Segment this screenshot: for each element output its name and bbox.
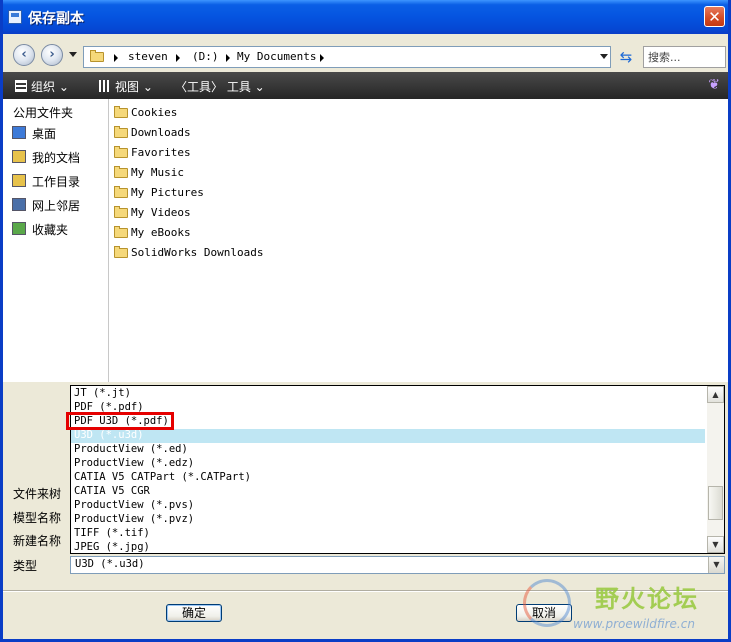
type-option[interactable]: ProductView (*.pvz): [74, 513, 194, 527]
folder-icon: [114, 146, 128, 158]
cancel-button[interactable]: 取消: [516, 604, 572, 622]
watermark-url: www.proewildfire.cn: [573, 617, 695, 631]
type-option[interactable]: CATIA V5 CGR: [74, 485, 150, 499]
folder-icon: [114, 186, 128, 198]
sidebar-item-label: 收藏夹: [32, 223, 69, 237]
search-input[interactable]: 搜索...: [643, 46, 726, 68]
ok-button[interactable]: 确定: [166, 604, 222, 622]
forward-button[interactable]: ›: [41, 44, 63, 66]
breadcrumb-arrow-icon[interactable]: [114, 54, 118, 62]
my-documents-icon: [12, 150, 26, 163]
type-select[interactable]: U3D (*.u3d) ▼: [70, 556, 725, 574]
folder-icon: [114, 206, 128, 218]
breadcrumb-drive-d[interactable]: (D:): [192, 50, 219, 63]
footer-divider: [3, 590, 728, 592]
refresh-icon[interactable]: ⇆: [615, 47, 637, 67]
address-bar[interactable]: steven (D:) My Documents: [83, 46, 611, 68]
tools-label: 〈工具〉 工具: [175, 80, 251, 94]
breadcrumb-steven[interactable]: steven: [128, 50, 168, 63]
navigation-bar: ‹ › steven (D:) My Documents ⇆ 搜索...: [3, 34, 728, 72]
sidebar-item-label: 工作目录: [32, 175, 81, 189]
folder-icon: [114, 126, 128, 138]
breadcrumb-arrow-icon[interactable]: [176, 54, 180, 62]
working-directory-icon: [12, 174, 26, 187]
type-select-value: U3D (*.u3d): [75, 558, 145, 570]
tools-menu[interactable]: 〈工具〉 工具 ⌄: [175, 78, 265, 95]
type-list-scrollbar[interactable]: ▲ ▼: [707, 386, 724, 553]
title-bar: 保存副本 ✕: [3, 0, 728, 34]
type-option[interactable]: ProductView (*.ed): [74, 443, 188, 457]
close-button[interactable]: ✕: [704, 6, 725, 27]
folder-name: My eBooks: [131, 226, 191, 239]
scroll-up-button[interactable]: ▲: [707, 386, 724, 403]
desktop-icon: [12, 126, 26, 139]
organize-menu[interactable]: 组织 ⌄: [15, 78, 69, 95]
annotation-highlight-box: [66, 412, 174, 430]
type-option[interactable]: ProductView (*.edz): [74, 457, 194, 471]
type-dropdown-list[interactable]: JT (*.jt) PDF (*.pdf) PDF U3D (*.pdf) U3…: [66, 385, 725, 555]
breadcrumb-arrow-icon[interactable]: [226, 54, 230, 62]
model-name-label: 模型名称: [13, 511, 62, 525]
folder-name: Cookies: [131, 106, 178, 119]
file-tree-label: 文件来树: [13, 487, 62, 501]
organize-label: 组织: [31, 80, 56, 94]
folder-icon: [114, 106, 128, 118]
file-list: Cookies Downloads Favorites My Music My …: [109, 99, 728, 382]
folder-name: SolidWorks Downloads: [131, 246, 264, 259]
sidebar-title: 公用文件夹: [13, 106, 74, 120]
type-option[interactable]: TIFF (*.tif): [74, 527, 150, 541]
folder-icon: [114, 226, 128, 238]
type-option-selected[interactable]: U3D (*.u3d): [71, 429, 705, 443]
favorites-icon: [12, 222, 26, 235]
breadcrumb-arrow-icon[interactable]: [320, 54, 324, 62]
sidebar-item-label: 我的文档: [32, 151, 81, 165]
folder-icon: [114, 246, 128, 258]
type-option[interactable]: ProductView (*.pvs): [74, 499, 194, 513]
folder-name: My Music: [131, 166, 184, 179]
address-dropdown-icon[interactable]: [600, 54, 608, 59]
type-option[interactable]: CATIA V5 CATPart (*.CATPart): [74, 471, 251, 485]
new-name-label: 新建名称: [13, 534, 62, 548]
help-icon[interactable]: ❦: [708, 77, 720, 93]
views-label: 视图: [115, 80, 140, 94]
folder-icon: [90, 50, 104, 62]
type-option[interactable]: JPEG (*.jpg): [74, 541, 150, 555]
back-button[interactable]: ‹: [13, 44, 35, 66]
sidebar-item-label: 桌面: [32, 127, 57, 141]
sidebar-item-label: 网上邻居: [32, 199, 81, 213]
folder-name: Downloads: [131, 126, 191, 139]
window-icon: [8, 10, 22, 24]
organize-icon: [15, 80, 27, 92]
folder-name: Favorites: [131, 146, 191, 159]
scroll-thumb[interactable]: [708, 486, 723, 520]
command-toolbar: 组织 ⌄ 视图 ⌄ 〈工具〉 工具 ⌄ ❦: [3, 72, 728, 99]
folder-icon: [114, 166, 128, 178]
folder-name: My Videos: [131, 206, 191, 219]
window-title: 保存副本: [28, 11, 84, 27]
favorites-sidebar: 公用文件夹 桌面 我的文档 工作目录 网上邻居 收藏夹: [3, 99, 109, 382]
scroll-down-button[interactable]: ▼: [707, 536, 724, 553]
type-option[interactable]: JT (*.jt): [74, 387, 131, 401]
watermark-title: 野火论坛: [595, 584, 699, 613]
type-label: 类型: [13, 559, 38, 573]
chevron-down-icon[interactable]: ▼: [708, 557, 724, 573]
folder-name: My Pictures: [131, 186, 204, 199]
breadcrumb-my-documents[interactable]: My Documents: [237, 50, 316, 63]
save-copy-dialog: 保存副本 ✕ ‹ › steven (D:) My Documents ⇆ 搜索…: [0, 0, 731, 642]
history-dropdown-icon[interactable]: [69, 52, 77, 57]
views-menu[interactable]: 视图 ⌄: [99, 78, 153, 95]
views-icon: [99, 80, 111, 92]
network-icon: [12, 198, 26, 211]
